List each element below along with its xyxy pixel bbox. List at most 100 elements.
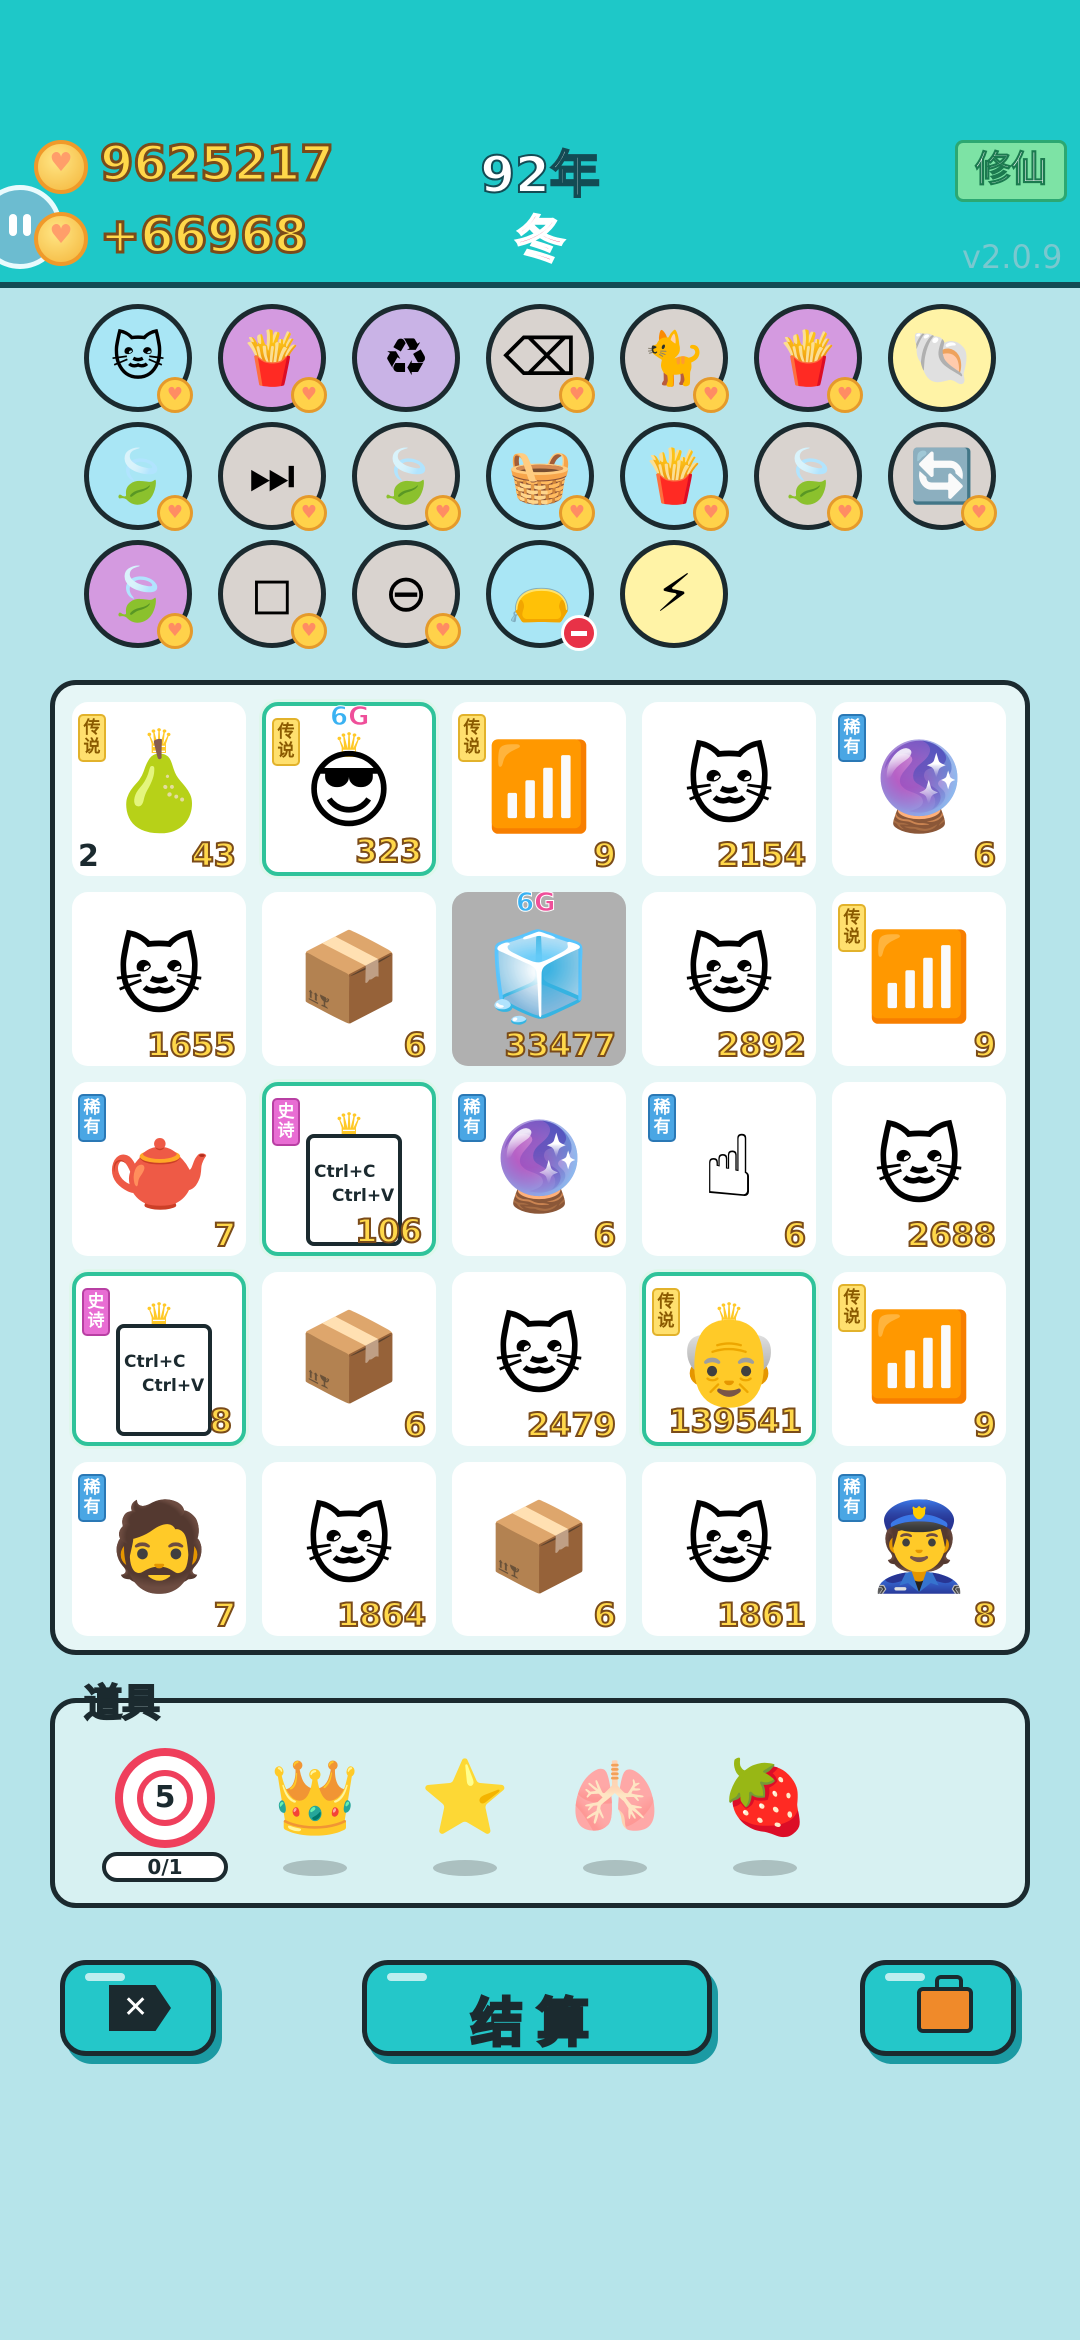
slot-value: 2154 [716, 835, 807, 875]
slot-sunglasses-guy[interactable]: ♛ 😎 6G 传说 323 [262, 702, 436, 876]
coin-income-icon [34, 212, 88, 266]
slot-wifi[interactable]: 📶 传说 9 [832, 1272, 1006, 1446]
copy-paste-card: Ctrl+C Ctrl+V [116, 1324, 212, 1436]
slot-value: 1861 [716, 1595, 807, 1635]
remove-relic[interactable]: ⊖ ♥ [352, 540, 461, 649]
slot-pomelo[interactable]: ♛ 🍐 传说 2 43 [72, 702, 246, 876]
rarity-tag: 传说 [838, 1284, 866, 1332]
heart-badge-icon: ♥ [291, 377, 327, 413]
slot-cat[interactable]: 🐱 1655 [72, 892, 246, 1066]
slot-value: 8 [973, 1595, 997, 1635]
slot-bucket-hat-guy[interactable]: 🧔 稀有 7 [72, 1462, 246, 1636]
sugar-cubes-relic[interactable]: ◻ ♥ [218, 540, 327, 649]
recycle-relic[interactable]: ♻ [352, 304, 460, 412]
heart-badge-icon: ♥ [559, 377, 595, 413]
year-label: 92年 [479, 145, 601, 205]
slot-old-man[interactable]: ♛ 👴 传说 139541 [642, 1272, 816, 1446]
fruit-basket-relic[interactable]: 🧺 ♥ [486, 422, 595, 531]
slot-board: ♛ 🍐 传说 2 43 ♛ 😎 6G 传说 323 📶 传说 9 🐱 2154 🔮 稀有 6 🐱 1655 📦 6 🧊 6G 3… [50, 680, 1030, 1655]
heart-badge-icon: ♥ [425, 613, 461, 649]
top-bar: 9625217 +66968 92年 冬 修仙 v2.0.9 [0, 0, 1080, 288]
slot-cat[interactable]: 🐱 1864 [262, 1462, 436, 1636]
cat-icon: 🐱 [684, 1497, 774, 1597]
heart-badge-icon: ♥ [827, 495, 863, 531]
slot-cat[interactable]: 🐱 2688 [832, 1082, 1006, 1256]
shell-relic[interactable]: 🐚 [888, 304, 996, 412]
rarity-tag: 稀有 [648, 1094, 676, 1142]
skip-relic[interactable]: ⏭ ♥ [218, 422, 327, 531]
slot-value: 7 [213, 1595, 237, 1635]
liver-item[interactable]: 🫁 [560, 1755, 670, 1840]
leaf-relic[interactable]: 🍃 ♥ [352, 422, 461, 531]
settle-button[interactable]: 结算 [362, 1960, 712, 2056]
slot-finger[interactable]: ☝ 稀有 6 [642, 1082, 816, 1256]
rarity-tag: 传说 [272, 718, 300, 766]
slot-value: 6 [593, 1215, 617, 1255]
version-label: v2.0.9 [962, 238, 1063, 276]
lychee-item[interactable]: 🍓 [710, 1755, 820, 1840]
target-number: 5 [137, 1770, 193, 1826]
slot-value: 2892 [716, 1025, 807, 1065]
twin-cats-relic[interactable]: 🐈 ♥ [620, 304, 729, 413]
slot-value: 2688 [906, 1215, 997, 1255]
heart-badge-icon: ♥ [827, 377, 863, 413]
slot-fridge[interactable]: 🧊 6G 33477 [452, 888, 626, 1066]
delete-tag-icon: ✕ [109, 1985, 171, 2031]
fries-relic[interactable]: 🍟 ♥ [754, 304, 863, 413]
cat-icon: 🐱 [304, 1497, 394, 1597]
slot-value: 6 [973, 835, 997, 875]
leaf-relic[interactable]: 🍃 ♥ [84, 422, 193, 531]
slot-cat[interactable]: 🐱 2154 [642, 702, 816, 876]
slot-value: 9 [973, 1025, 997, 1065]
fries-relic[interactable]: 🍟 ♥ [620, 422, 729, 531]
slot-counter: 2 [78, 839, 99, 874]
parcel-icon: 📦 [295, 927, 403, 1027]
slot-police-officer[interactable]: 👮 稀有 8 [832, 1462, 1006, 1636]
slot-cat[interactable]: 🐱 1861 [642, 1462, 816, 1636]
inventory-button[interactable] [860, 1960, 1016, 2056]
slot-gacha-ball[interactable]: 🔮 稀有 6 [452, 1082, 626, 1256]
leaf-relic[interactable]: 🍃 ♥ [754, 422, 863, 531]
6g-badge: 6G [515, 888, 556, 919]
lightning-relic[interactable]: ⚡ [620, 540, 728, 648]
slot-parcel[interactable]: 📦 6 [452, 1462, 626, 1636]
cultivation-button[interactable]: 修仙 [955, 140, 1067, 202]
heart-badge-icon: ♥ [291, 495, 327, 531]
heart-badge-icon: ♥ [559, 495, 595, 531]
cat-relic[interactable]: 🐱 ♥ [84, 304, 193, 413]
target-reroll-item[interactable]: 5 [115, 1748, 215, 1848]
fries-relic[interactable]: 🍟 ♥ [218, 304, 327, 413]
slot-teapot[interactable]: 🫖 稀有 7 [72, 1082, 246, 1256]
slot-copy-paste[interactable]: ♛ Ctrl+C Ctrl+V 史诗 106 [262, 1082, 436, 1256]
money-value: 9625217 [99, 135, 336, 194]
crown-item[interactable]: 👑 [260, 1755, 370, 1840]
star-item[interactable]: ⭐ [410, 1755, 520, 1840]
delete-tag-relic[interactable]: ⌫ ♥ [486, 304, 595, 413]
slot-copy-paste[interactable]: ♛ Ctrl+C Ctrl+V 史诗 8 [72, 1272, 246, 1446]
refresh-relic[interactable]: 🔄 ♥ [888, 422, 997, 531]
slot-cat[interactable]: 🐱 2892 [642, 892, 816, 1066]
rarity-tag: 稀有 [78, 1094, 106, 1142]
item-shadow [583, 1860, 647, 1876]
heart-badge-icon: ♥ [693, 495, 729, 531]
slot-parcel[interactable]: 📦 6 [262, 892, 436, 1066]
sack-relic[interactable]: 👝 [486, 540, 597, 651]
rarity-tag: 稀有 [458, 1094, 486, 1142]
slot-value: 106 [354, 1211, 423, 1251]
slot-wifi[interactable]: 📶 传说 9 [452, 702, 626, 876]
ctrl-c-text: Ctrl+C [124, 1352, 186, 1372]
heart-badge-icon: ♥ [157, 613, 193, 649]
slot-wifi[interactable]: 📶 传说 9 [832, 892, 1006, 1066]
slot-value: 6 [403, 1405, 427, 1445]
heart-badge-icon: ♥ [961, 495, 997, 531]
slot-value: 9 [593, 835, 617, 875]
slot-parcel[interactable]: 📦 6 [262, 1272, 436, 1446]
fridge-icon: 🧊 [485, 927, 593, 1027]
slot-cat[interactable]: 🐱 2479 [452, 1272, 626, 1446]
slot-gacha-ball[interactable]: 🔮 稀有 6 [832, 702, 1006, 876]
heart-badge-icon: ♥ [157, 495, 193, 531]
leaf-relic[interactable]: 🍃 ♥ [84, 540, 193, 649]
ctrl-v-text: Ctrl+V [332, 1186, 395, 1206]
slot-value: 33477 [504, 1025, 617, 1065]
remove-button[interactable]: ✕ [60, 1960, 216, 2056]
